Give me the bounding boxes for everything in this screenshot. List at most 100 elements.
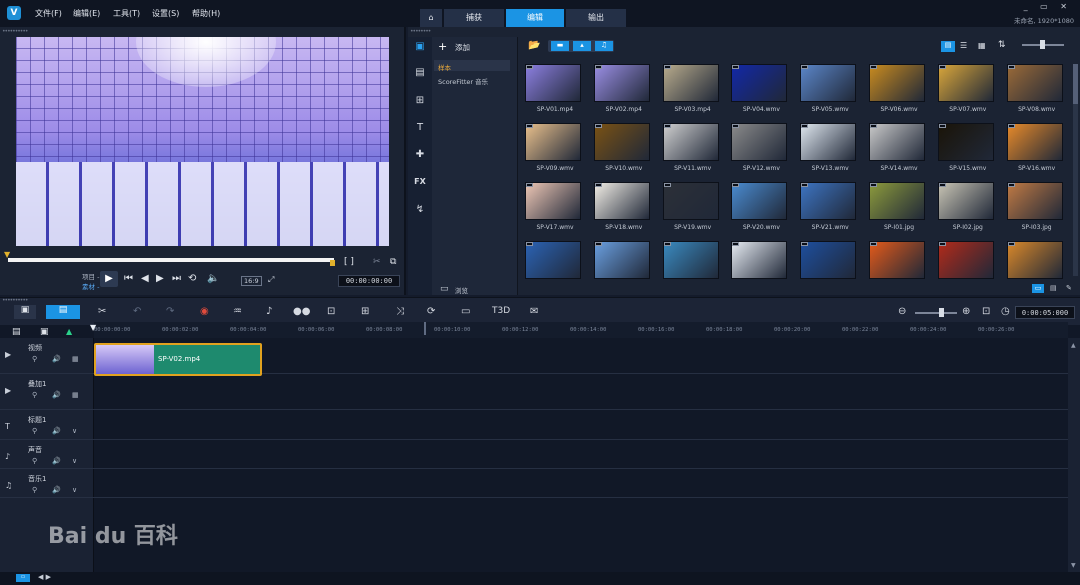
track-row[interactable]	[0, 469, 1068, 498]
folder-item-scorefitter[interactable]: ScoreFitter 音乐	[438, 76, 488, 86]
preview-screen[interactable]	[16, 37, 389, 246]
customize-toolbar-icon[interactable]: ✂	[98, 306, 106, 317]
browse-label[interactable]: 浏览	[455, 285, 468, 295]
options-button[interactable]: ▭	[1032, 284, 1044, 293]
next-frame-icon[interactable]: ▶	[156, 273, 164, 284]
mask-creator-icon[interactable]: ⟳	[427, 306, 435, 317]
thumbnail-view-button[interactable]: ▤	[941, 41, 955, 52]
show-audio-toggle[interactable]: ♫	[595, 41, 613, 51]
media-thumbnail[interactable]: SP-V08.wmv	[1003, 64, 1063, 113]
media-thumbnail[interactable]: SP-V02.mp4	[590, 64, 650, 113]
media-thumbnail[interactable]	[796, 241, 857, 282]
media-thumbnail[interactable]: SP-V10.wmv	[590, 123, 650, 172]
redo-icon[interactable]: ↷	[166, 306, 174, 317]
zoom-slider[interactable]	[915, 312, 957, 314]
auto-music-icon[interactable]: ♪	[266, 306, 272, 317]
fx-category-icon[interactable]: FX	[412, 175, 428, 189]
media-thumbnail[interactable]: SP-I01.jpg	[865, 182, 925, 231]
media-category-icon[interactable]: ▣	[412, 40, 428, 54]
detail-view-button[interactable]: ▦	[978, 41, 986, 50]
scroll-down-icon[interactable]: ▼	[1071, 562, 1076, 569]
undo-icon[interactable]: ↶	[133, 306, 141, 317]
menu-file[interactable]: 文件(F)	[35, 8, 62, 19]
media-thumbnail[interactable]: SP-V04.wmv	[727, 64, 788, 113]
media-thumbnail[interactable]: SP-V11.wmv	[659, 123, 719, 172]
repeat-icon[interactable]: ⟲	[188, 273, 196, 284]
clock-icon[interactable]: ◷	[1001, 306, 1010, 317]
menu-tools[interactable]: 工具(T)	[113, 8, 140, 19]
export-icon[interactable]: ✉	[530, 306, 538, 317]
media-thumbnail[interactable]	[521, 241, 581, 282]
media-thumbnail[interactable]: SP-V05.wmv	[796, 64, 857, 113]
media-thumbnail[interactable]	[659, 241, 719, 282]
media-thumbnail[interactable]: SP-V17.wmv	[521, 182, 581, 231]
folder-item-samples[interactable]: 样本	[438, 62, 451, 72]
track-row[interactable]	[0, 410, 1068, 440]
media-thumbnail[interactable]: SP-V03.mp4	[659, 64, 719, 113]
track-row[interactable]	[0, 440, 1068, 469]
media-thumbnail[interactable]	[590, 241, 650, 282]
storyboard-view-button[interactable]: ▣	[14, 305, 36, 319]
media-thumbnail[interactable]	[934, 241, 994, 282]
tab-capture[interactable]: 捕获	[444, 9, 504, 27]
zoom-in-icon[interactable]: ⊕	[962, 306, 970, 317]
import-media-icon[interactable]: 📂	[528, 40, 540, 51]
media-thumbnail[interactable]: SP-V13.wmv	[796, 123, 857, 172]
media-thumbnail[interactable]: SP-V16.wmv	[1003, 123, 1063, 172]
sort-icon[interactable]: ⇅	[998, 40, 1006, 50]
track-manager-icon[interactable]: ▤	[12, 327, 21, 337]
browse-icon[interactable]: ▭	[440, 284, 449, 294]
title-category-icon[interactable]: T	[412, 121, 428, 135]
zoom-slider-handle[interactable]	[939, 308, 944, 317]
menu-edit[interactable]: 编辑(E)	[73, 8, 100, 19]
window-controls[interactable]: _ ▭ ✕	[1024, 2, 1072, 11]
media-thumbnail[interactable]: SP-V15.wmv	[934, 123, 994, 172]
media-thumbnail[interactable]: SP-V20.wmv	[727, 182, 788, 231]
media-thumbnail[interactable]: SP-V21.wmv	[796, 182, 857, 231]
split-clip-icon[interactable]: ✂	[373, 257, 381, 267]
split-screen-icon[interactable]: ▭	[461, 306, 470, 317]
fit-project-icon[interactable]: ⊡	[982, 306, 990, 317]
timeline-view-indicator[interactable]: ▭	[16, 574, 30, 582]
timeline-view-button[interactable]: ▤	[46, 305, 80, 319]
media-thumbnail[interactable]: SP-V14.wmv	[865, 123, 925, 172]
media-thumbnail[interactable]	[865, 241, 925, 282]
add-track-icon[interactable]: ▲	[66, 327, 72, 336]
mode-project[interactable]: 项目 -	[82, 271, 99, 281]
media-thumbnail[interactable]: SP-V12.wmv	[727, 123, 788, 172]
library-grip[interactable]: ••••••••	[410, 28, 431, 35]
media-thumbnail[interactable]: SP-I02.jpg	[934, 182, 994, 231]
transition-category-icon[interactable]: ⊞	[412, 94, 428, 108]
media-thumbnail[interactable]: SP-V09.wmv	[521, 123, 581, 172]
enlarge-preview-icon[interactable]: ⤢	[268, 275, 274, 285]
volume-icon[interactable]: 🔈	[207, 273, 219, 284]
timeline-grip[interactable]: ••••••••••	[2, 297, 28, 304]
play-button[interactable]: ▶	[100, 271, 118, 287]
motion-tracking-icon[interactable]: ●●	[293, 306, 310, 317]
thumbnail-size-handle[interactable]	[1040, 40, 1045, 49]
media-thumbnail[interactable]: SP-V01.mp4	[521, 64, 581, 113]
media-thumbnail[interactable]: SP-V18.wmv	[590, 182, 650, 231]
path-category-icon[interactable]: ↯	[412, 203, 428, 217]
timeline-ruler[interactable]: 00:00:00:00 00:00:02:00 00:00:04:00 00:00:0…	[94, 322, 1068, 338]
copy-icon[interactable]: ⧉	[390, 257, 396, 267]
aspect-ratio-select[interactable]: 16:9	[241, 276, 262, 286]
scrub-bar[interactable]	[8, 258, 334, 262]
sound-mixer-icon[interactable]: ♒	[233, 306, 242, 317]
menu-help[interactable]: 帮助(H)	[192, 8, 220, 19]
timeline-clip[interactable]: SP-V02.mp4	[94, 343, 262, 376]
mode-clip[interactable]: 素材 -	[82, 281, 99, 291]
time-remapping-icon[interactable]: ⤨	[396, 306, 404, 317]
tab-edit[interactable]: 编辑	[506, 9, 564, 27]
3d-title-icon[interactable]: T3D	[492, 306, 510, 316]
media-thumbnail[interactable]	[1003, 241, 1063, 282]
trim-end-marker[interactable]	[330, 260, 335, 266]
track-row[interactable]	[0, 374, 1068, 410]
media-thumbnail[interactable]: SP-V06.wmv	[865, 64, 925, 113]
add-folder-icon[interactable]: +	[438, 40, 447, 53]
instant-project-icon[interactable]: ▤	[412, 66, 428, 80]
library-scrollbar[interactable]	[1073, 64, 1078, 276]
mark-in-out-buttons[interactable]: [ ]	[344, 257, 354, 267]
show-photo-toggle[interactable]: ▴	[573, 41, 591, 51]
add-folder-label[interactable]: 添加	[455, 42, 470, 53]
